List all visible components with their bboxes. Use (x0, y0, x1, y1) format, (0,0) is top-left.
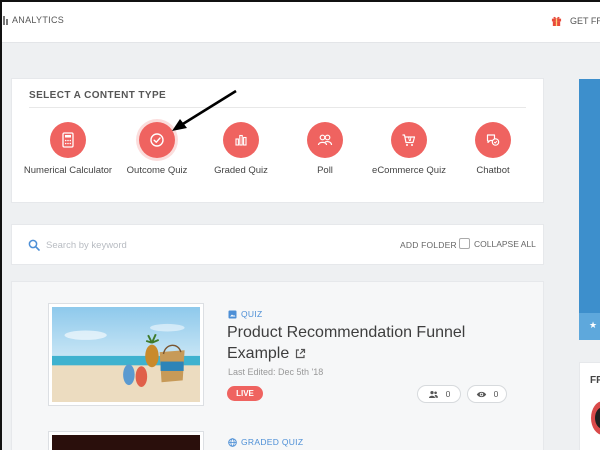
content-type-panel: SELECT A CONTENT TYPE Numerical Calculat… (11, 78, 544, 203)
item-type-tag: QUIZ (228, 309, 263, 319)
item-thumbnail[interactable] (49, 432, 203, 450)
content-type-icon-wrapper (50, 122, 86, 158)
item-type-label: GRADED QUIZ (241, 437, 304, 447)
external-link-icon[interactable] (295, 348, 306, 359)
chat-bubbles-icon (486, 134, 500, 146)
users-icon (428, 390, 438, 398)
item-type-tag: GRADED QUIZ (228, 437, 303, 447)
participants-value: 0 (445, 389, 451, 399)
content-type-icon-wrapper (223, 122, 259, 158)
views-count: 0 (467, 385, 507, 403)
content-type-icon-wrapper (475, 122, 511, 158)
item-thumbnail[interactable] (49, 304, 203, 405)
content-type-icon-wrapper (307, 122, 343, 158)
content-type-icon-wrapper (139, 122, 175, 158)
item-type-label: QUIZ (241, 309, 263, 319)
sidebar-card: FR (579, 362, 600, 450)
promo-rating-strip: ★ (579, 313, 600, 340)
participants-count: 0 (417, 385, 461, 403)
content-type-chatbot[interactable]: Chatbot (448, 122, 538, 176)
content-type-outcome-quiz[interactable]: Outcome Quiz (112, 122, 202, 176)
beach-photo (52, 307, 200, 402)
content-type-label: Chatbot (476, 165, 510, 176)
users-icon (317, 134, 333, 146)
bar-chart-icon (235, 134, 247, 146)
get-free-link[interactable]: GET FR (551, 15, 600, 26)
window-frame-top (0, 0, 600, 2)
item-title-text: Product Recommendation Funnel Example (227, 324, 466, 362)
views-value: 0 (493, 389, 499, 399)
content-type-icon-wrapper (391, 122, 427, 158)
gift-icon (551, 16, 562, 26)
collapse-all-checkbox[interactable] (459, 238, 470, 249)
shopping-cart-icon (402, 134, 416, 146)
content-list: QUIZ Product Recommendation Funnel Examp… (11, 281, 544, 450)
content-type-ecommerce-quiz[interactable]: eCommerce Quiz (364, 122, 454, 176)
search-toolbar: ADD FOLDER COLLAPSE ALL (11, 224, 544, 265)
check-circle-icon (150, 133, 164, 147)
avatar[interactable] (591, 401, 600, 435)
nav-analytics-label: ANALYTICS (12, 15, 65, 25)
content-type-label: Outcome Quiz (126, 165, 188, 176)
sidebar-card-heading: FR (590, 375, 600, 386)
content-type-graded-quiz[interactable]: Graded Quiz (196, 122, 286, 176)
status-badge: LIVE (227, 386, 263, 401)
content-type-label: Numerical Calculator (23, 165, 113, 176)
image-icon (228, 310, 237, 318)
content-type-poll[interactable]: Poll (280, 122, 370, 176)
content-type-heading: SELECT A CONTENT TYPE (29, 90, 167, 101)
star-icon: ★ (589, 320, 598, 330)
eye-icon (476, 391, 486, 397)
add-folder-button[interactable]: ADD FOLDER (400, 240, 457, 250)
item-last-edited: Last Edited: Dec 5th '18 (228, 367, 324, 377)
divider (29, 107, 526, 108)
calculator-icon (62, 132, 74, 148)
content-type-label: Poll (317, 165, 333, 176)
search-icon (28, 239, 40, 251)
search-input[interactable] (46, 236, 246, 254)
item-title[interactable]: Product Recommendation Funnel Example (227, 322, 527, 364)
get-free-label: GET FR (570, 15, 600, 26)
collapse-all-toggle[interactable]: COLLAPSE ALL (459, 238, 536, 249)
nav-analytics-link[interactable]: ANALYTICS (0, 15, 64, 25)
promo-banner[interactable]: ★ (579, 79, 600, 340)
top-navigation-bar: ANALYTICS GET FR (0, 0, 600, 43)
window-frame-left (0, 0, 2, 450)
globe-icon (228, 437, 237, 447)
content-type-numerical-calculator[interactable]: Numerical Calculator (23, 122, 113, 176)
content-type-label: eCommerce Quiz (372, 165, 446, 176)
collapse-all-label: COLLAPSE ALL (474, 238, 536, 249)
content-type-label: Graded Quiz (214, 165, 268, 176)
